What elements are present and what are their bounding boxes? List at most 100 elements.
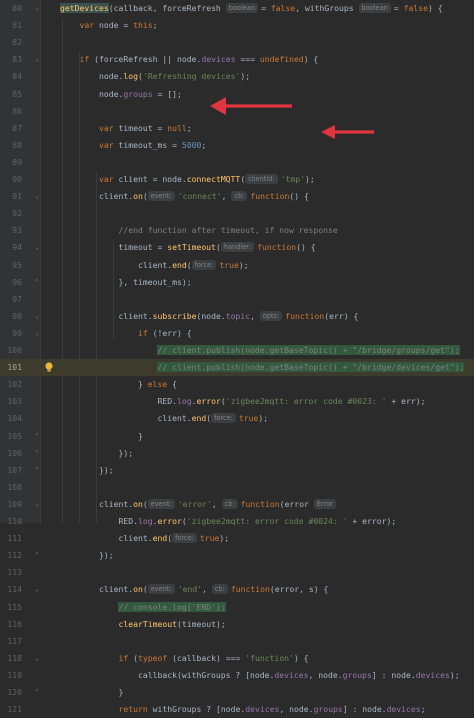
code-text: // client.publish(node.getBaseTopic() + …: [60, 342, 460, 359]
code-line[interactable]: 83 ⌄ if (forceRefresh || node.devices ===…: [0, 51, 474, 68]
code-line[interactable]: 100 // client.publish(node.getBaseTopic(…: [0, 342, 474, 359]
parameter-hint: boolean: [225, 3, 259, 13]
line-number: 116: [7, 618, 22, 629]
code-token: // console.log('END');: [118, 601, 226, 612]
code-line[interactable]: 103 RED.log.error('zigbee2mqtt: error co…: [0, 393, 474, 410]
code-line[interactable]: 94 ⌄ timeout = setTimeout(handler: functio…: [0, 239, 474, 256]
code-token: (: [142, 498, 148, 509]
fold-icon[interactable]: ⌄: [33, 188, 41, 205]
code-line[interactable]: 89: [0, 154, 474, 171]
code-token: );: [219, 533, 230, 544]
code-text: client.on(event:'end', cb: function(error…: [60, 581, 328, 598]
code-line[interactable]: 119 callback(withGroups ? [node.devices,…: [0, 667, 474, 684]
code-token: );: [240, 71, 251, 82]
code-line[interactable]: 87 var timeout = null;: [0, 120, 474, 137]
code-line[interactable]: 106 ⌃ });: [0, 445, 474, 462]
fold-icon[interactable]: ⌄: [33, 239, 41, 256]
code-editor[interactable]: 80 ⌄ getDevices(callback, forceRefresh boo…: [0, 0, 474, 714]
code-line[interactable]: 115 // console.log('END');: [0, 599, 474, 616]
code-token: false: [270, 3, 296, 13]
code-line[interactable]: 81 var node = this;: [0, 17, 474, 34]
lightbulb-icon[interactable]: [44, 362, 54, 373]
fold-icon[interactable]: ⌄: [33, 581, 41, 598]
fold-icon[interactable]: ⌄: [33, 0, 41, 17]
code-line[interactable]: 95 client.end(force: true);: [0, 257, 474, 274]
code-token: 'zigbee2mqtt: error code #0023: ': [225, 396, 387, 407]
code-token: (error, s) {: [269, 584, 329, 595]
code-token: ;: [201, 139, 207, 150]
line-number: 119: [7, 669, 22, 680]
code-token: client.: [60, 584, 134, 595]
line-number: 85: [12, 88, 22, 99]
code-token: var: [98, 139, 114, 150]
code-token: 'Refreshing devices': [142, 71, 241, 82]
code-line[interactable]: 96 ⌃ }, timeout_ms);: [0, 274, 474, 291]
code-token: (: [142, 191, 148, 202]
code-token: ) {: [303, 54, 319, 65]
code-line[interactable]: 107 ⌃ });: [0, 462, 474, 479]
code-line[interactable]: 121 return withGroups ? [node.devices, n…: [0, 701, 474, 718]
line-number: 105: [7, 430, 22, 441]
code-token: callback(withGroups ? [node.: [60, 669, 275, 680]
fold-icon[interactable]: ⌄: [33, 325, 41, 342]
code-token: =: [393, 3, 404, 13]
code-line[interactable]: 82: [0, 34, 474, 51]
code-line[interactable]: 116 clearTimeout(timeout);: [0, 616, 474, 633]
code-line[interactable]: 99 ⌄ if (!err) {: [0, 325, 474, 342]
code-line[interactable]: 104 client.end(force: true);: [0, 410, 474, 427]
line-number: 96: [12, 276, 22, 287]
code-token: end: [152, 533, 168, 544]
code-line[interactable]: 111 client.end(force: true);: [0, 530, 474, 547]
code-token: end: [191, 413, 207, 424]
code-line[interactable]: 97: [0, 291, 474, 308]
code-token: null: [167, 122, 187, 133]
code-token: 'connect': [177, 191, 222, 202]
fold-icon[interactable]: ⌃: [33, 547, 41, 564]
fold-icon[interactable]: ⌃: [33, 684, 41, 701]
code-line[interactable]: 105 ⌃ }: [0, 428, 474, 445]
fold-icon[interactable]: ⌃: [33, 274, 41, 291]
code-line[interactable]: 84 node.log('Refreshing devices');: [0, 68, 474, 85]
fold-icon[interactable]: ⌄: [33, 650, 41, 667]
code-line[interactable]: 118 ⌄ if (typeof (callback) === 'function…: [0, 650, 474, 667]
code-text: }: [60, 428, 143, 445]
code-line[interactable]: 117: [0, 633, 474, 650]
code-line[interactable]: 113: [0, 564, 474, 581]
code-token: devices: [274, 669, 309, 680]
code-line[interactable]: 120 ⌃ }: [0, 684, 474, 701]
code-line[interactable]: 80 ⌄ getDevices(callback, forceRefresh boo…: [0, 0, 474, 17]
line-number: 120: [7, 687, 22, 697]
code-text: client.end(force: true);: [60, 530, 229, 547]
code-line[interactable]: 88 var timeout_ms = 5000;: [0, 137, 474, 154]
line-number: 106: [7, 447, 22, 458]
fold-icon[interactable]: ⌃: [33, 445, 41, 462]
line-number: 87: [12, 122, 22, 133]
code-token: });: [60, 550, 114, 561]
code-line[interactable]: 112 ⌃ });: [0, 547, 474, 564]
code-line[interactable]: 108: [0, 479, 474, 496]
code-line[interactable]: 102 } else {: [0, 376, 474, 393]
code-line[interactable]: 98 ⌄ client.subscribe(node.topic, opts: fu…: [0, 308, 474, 325]
parameter-hint: clientId:: [245, 174, 278, 184]
code-line[interactable]: 91 ⌄ client.on(event:'connect', cb: functi…: [0, 188, 474, 205]
code-line[interactable]: 101 // client.publish(node.getBaseTopic(…: [0, 359, 474, 377]
code-line[interactable]: 109 ⌄ client.on(event:'error', cb: functio…: [0, 496, 474, 513]
code-line[interactable]: 92: [0, 205, 474, 222]
line-number: 80: [12, 3, 22, 13]
line-number: 109: [7, 498, 22, 509]
code-token: if: [118, 652, 129, 663]
fold-icon[interactable]: ⌄: [33, 51, 41, 68]
fold-icon[interactable]: ⌃: [33, 462, 41, 479]
code-line[interactable]: 90 var client = node.connectMQTT(clientI…: [0, 171, 474, 188]
line-number: 108: [7, 481, 22, 492]
code-line[interactable]: 93 //end function after timeout, if now …: [0, 222, 474, 239]
fold-icon[interactable]: ⌃: [33, 428, 41, 445]
code-token: RED.: [60, 516, 138, 526]
code-line[interactable]: 110 RED.log.error('zigbee2mqtt: error co…: [0, 513, 474, 530]
code-line[interactable]: 114 ⌄ client.on(event:'end', cb: function(…: [0, 581, 474, 598]
fold-icon[interactable]: ⌄: [33, 496, 41, 513]
code-text: timeout = setTimeout(handler: function() …: [60, 239, 316, 256]
fold-icon[interactable]: ⌄: [33, 308, 41, 325]
